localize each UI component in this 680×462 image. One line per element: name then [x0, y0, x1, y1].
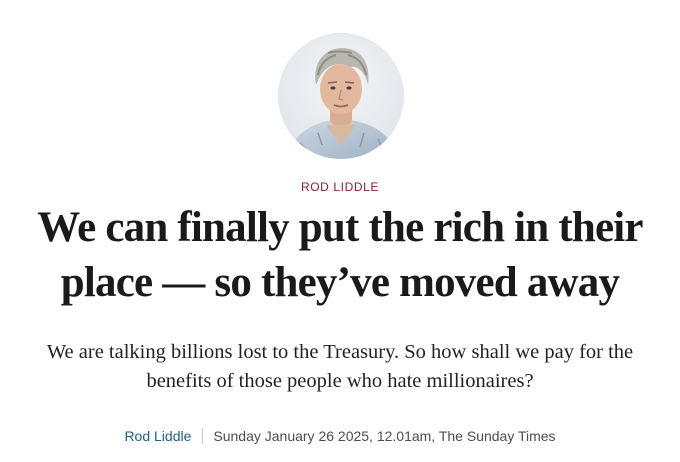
- author-kicker[interactable]: ROD LIDDLE: [0, 180, 680, 194]
- author-photo[interactable]: [278, 33, 404, 159]
- article-headline: We can finally put the rich in their pla…: [37, 204, 643, 306]
- article-standfirst: We are talking billions lost to the Trea…: [46, 341, 634, 392]
- article-dateline: Sunday January 26 2025, 12.01am, The Sun…: [213, 428, 556, 444]
- byline-divider: [202, 428, 204, 444]
- article-byline: Rod Liddle Sunday January 26 2025, 12.01a…: [0, 426, 680, 446]
- author-portrait-image: [278, 33, 404, 159]
- article-header: ROD LIDDLE We can finally put the rich i…: [0, 0, 680, 462]
- author-link[interactable]: Rod Liddle: [124, 428, 191, 444]
